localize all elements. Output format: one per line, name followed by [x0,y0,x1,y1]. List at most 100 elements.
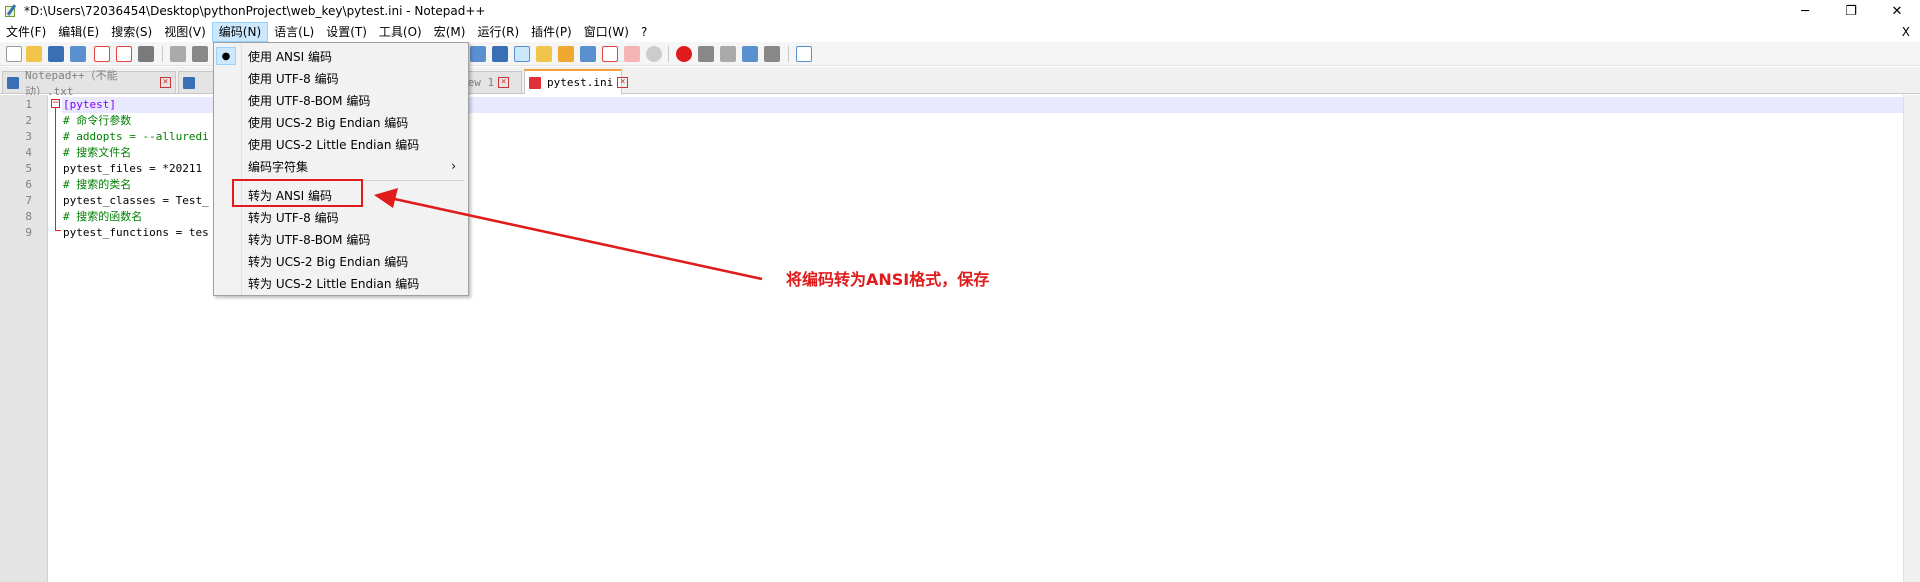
close-tab-icon[interactable]: × [498,77,510,88]
menu-item-label: 使用 UTF-8 编码 [248,71,339,86]
menu-bar: 文件(F) 编辑(E) 搜索(S) 视图(V) 编码(N) 语言(L) 设置(T… [0,22,1920,42]
menu-item-convert-ucs2-le[interactable]: 转为 UCS-2 Little Endian 编码 [214,272,468,294]
menu-item-convert-ucs2-be[interactable]: 转为 UCS-2 Big Endian 编码 [214,250,468,272]
menu-edit[interactable]: 编辑(E) [52,22,105,42]
menu-view[interactable]: 视图(V) [158,22,212,42]
line-number: 2 [25,114,32,127]
menu-search[interactable]: 搜索(S) [105,22,158,42]
tab-pytest-ini[interactable]: pytest.ini × [524,69,629,94]
menu-plugins[interactable]: 插件(P) [525,22,578,42]
menu-item-label: 使用 UTF-8-BOM 编码 [248,93,371,108]
menu-help[interactable]: ? [635,22,653,42]
menu-item-label: 转为 UCS-2 Big Endian 编码 [248,254,409,269]
word-wrap-icon[interactable] [514,46,530,62]
folder-workspace-icon[interactable] [580,46,596,62]
run-macro-multiple-icon[interactable] [742,46,758,62]
menu-item-label: 转为 UTF-8-BOM 编码 [248,232,371,247]
checked-bullet-icon: ● [216,47,236,65]
unsaved-file-icon [529,76,541,89]
saved-file-icon [7,76,19,89]
doc-list-icon[interactable] [602,46,618,62]
line-number: 9 [25,226,32,239]
show-all-chars-icon[interactable] [492,46,508,62]
code-line: # 搜索的函数名 [63,210,143,223]
new-file-icon[interactable] [6,46,22,62]
stop-macro-icon[interactable] [698,46,714,62]
line-number: 7 [25,194,32,207]
copy-icon[interactable] [192,46,208,62]
doc-map-icon[interactable] [536,46,552,62]
code-line: # addopts = --alluredi [63,130,209,143]
line-number: 1 [25,98,32,111]
tab-label: pytest.ini [547,76,614,89]
line-number-gutter: 1 2 3 4 5 6 7 8 9 [0,95,48,582]
menu-macro[interactable]: 宏(M) [428,22,472,42]
menu-file[interactable]: 文件(F) [0,22,52,42]
code-line: # 命令行参数 [63,114,132,127]
line-number: 5 [25,162,32,175]
tab-label: Notepad++（不能动）.txt [25,68,118,98]
menu-item-use-utf8[interactable]: 使用 UTF-8 编码 [214,67,468,89]
menu-item-label: 使用 UCS-2 Big Endian 编码 [248,115,409,130]
close-file-icon[interactable] [94,46,110,62]
menu-item-label: 使用 UCS-2 Little Endian 编码 [248,137,420,152]
cut-icon[interactable] [170,46,186,62]
menu-settings[interactable]: 设置(T) [320,22,373,42]
encoding-menu: ● 使用 ANSI 编码 使用 UTF-8 编码 使用 UTF-8-BOM 编码… [213,42,469,296]
vertical-scrollbar[interactable] [1903,95,1920,582]
tab-hidden[interactable] [178,71,216,93]
menu-item-label: 编码字符集 [248,159,309,174]
play-macro-icon[interactable] [720,46,736,62]
menu-language[interactable]: 语言(L) [268,22,320,42]
saved-file-icon [183,76,195,89]
notepad-plus-plus-icon [4,4,18,18]
code-line: # 搜索文件名 [63,146,132,159]
restore-button[interactable]: ❐ [1828,0,1874,22]
close-tab-icon[interactable]: × [160,77,171,88]
save-icon[interactable] [48,46,64,62]
record-macro-icon[interactable] [676,46,692,62]
code-line: pytest_classes = Test_ [63,194,209,207]
menu-window[interactable]: 窗口(W) [578,22,635,42]
menu-item-convert-utf8-bom[interactable]: 转为 UTF-8-BOM 编码 [214,228,468,250]
line-number: 3 [25,130,32,143]
line-number: 8 [25,210,32,223]
menu-run[interactable]: 运行(R) [471,22,525,42]
tab-notepad-txt[interactable]: Notepad++（不能动）.txt × [2,69,176,98]
menu-item-use-ansi[interactable]: ● 使用 ANSI 编码 [214,45,468,67]
monitoring-icon[interactable] [624,46,640,62]
print-icon[interactable] [138,46,154,62]
menu-item-label: 使用 ANSI 编码 [248,49,332,64]
menu-item-label: 转为 UCS-2 Little Endian 编码 [248,276,420,291]
menu-item-charset[interactable]: 编码字符集 › [214,155,468,177]
menu-item-use-ucs2-be[interactable]: 使用 UCS-2 Big Endian 编码 [214,111,468,133]
code-line: pytest_functions = tes [63,226,209,239]
save-macro-icon[interactable] [764,46,780,62]
minimize-button[interactable]: ─ [1782,0,1828,22]
title-bar: *D:\Users\72036454\Desktop\pythonProject… [0,0,1920,22]
indent-guide-icon[interactable] [470,46,486,62]
window-title: *D:\Users\72036454\Desktop\pythonProject… [24,4,486,18]
menu-item-convert-utf8[interactable]: 转为 UTF-8 编码 [214,206,468,228]
code-line: [pytest] [63,98,116,111]
highlight-box [232,179,363,207]
fold-line [55,108,56,230]
close-button[interactable]: ✕ [1874,0,1920,22]
open-file-icon[interactable] [26,46,42,62]
run-icon[interactable] [796,46,812,62]
close-tab-icon[interactable]: × [617,77,629,88]
fold-toggle-icon[interactable]: − [51,99,60,108]
menu-tools[interactable]: 工具(O) [373,22,428,42]
function-list-icon[interactable] [558,46,574,62]
save-all-icon[interactable] [70,46,86,62]
code-line: # 搜索的类名 [63,178,132,191]
menu-item-use-utf8-bom[interactable]: 使用 UTF-8-BOM 编码 [214,89,468,111]
window-controls: ─ ❐ ✕ [1782,0,1920,22]
menu-item-use-ucs2-le[interactable]: 使用 UCS-2 Little Endian 编码 [214,133,468,155]
close-document-button[interactable]: X [1902,22,1910,42]
submenu-arrow-icon: › [451,159,456,173]
code-line: pytest_files = *20211 [63,162,203,175]
menu-encoding[interactable]: 编码(N) [211,22,269,42]
preview-icon[interactable] [646,46,662,62]
close-all-icon[interactable] [116,46,132,62]
